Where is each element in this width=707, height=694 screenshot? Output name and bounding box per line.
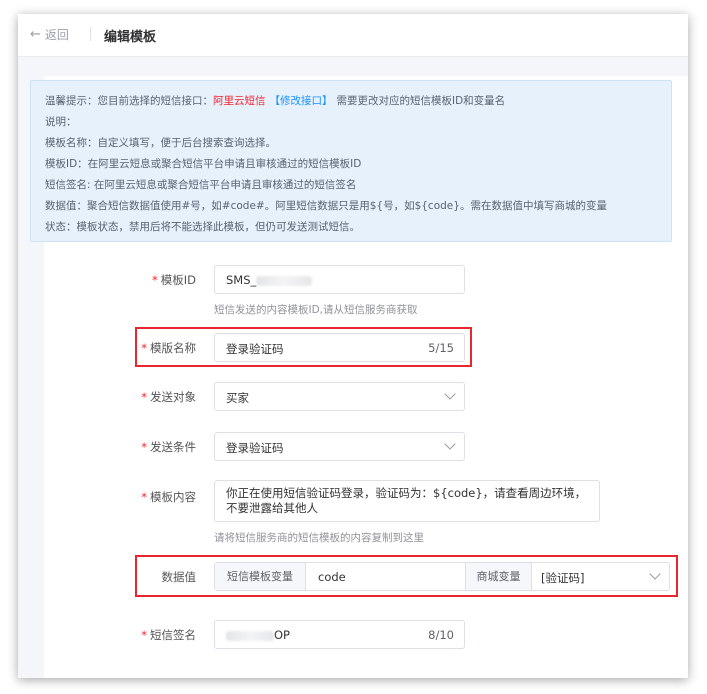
template-content-label: * 模板内容 xyxy=(141,490,196,504)
template-content-textarea[interactable]: 你正在使用短信验证码登录，验证码为：${code}，请查看周边环境，不要泄露给其… xyxy=(214,480,600,522)
template-id-input[interactable]: SMS_ xyxy=(214,265,465,294)
tip-line-interface: 温馨提示：您目前选择的短信接口：阿里云短信 【修改接口】 需要更改对应的短信模板ID… xyxy=(45,95,506,107)
template-id-label: * 模板ID xyxy=(152,273,196,287)
send-condition-select[interactable]: 登录验证码 xyxy=(214,432,465,461)
data-value-group: 短信模板变量 code 商城变量 [验证码] xyxy=(214,562,670,591)
send-condition-label: * 发送条件 xyxy=(141,440,196,454)
back-button[interactable]: ← 返回 xyxy=(30,26,69,43)
template-name-label: * 模版名称 xyxy=(141,341,196,355)
header-divider xyxy=(90,27,91,41)
redacted-mask xyxy=(226,630,274,641)
tip-line-id: 模板ID：在阿里云短息或聚合短信平台申请且审核通过的短信模板ID xyxy=(45,158,362,170)
provider-name: 阿里云短信 xyxy=(213,95,266,107)
sms-var-input[interactable]: code xyxy=(306,563,464,590)
char-count: 5/15 xyxy=(428,341,454,355)
template-content-hint: 请将短信服务商的短信模板的内容复制到这里 xyxy=(214,532,424,544)
tip-line-note: 说明： xyxy=(45,116,77,128)
tip-box: 温馨提示：您目前选择的短信接口：阿里云短信 【修改接口】 需要更改对应的短信模板ID… xyxy=(30,80,672,242)
data-value-label: 数据值 xyxy=(161,570,197,584)
mall-var-select[interactable]: [验证码] xyxy=(531,563,669,590)
chevron-down-icon xyxy=(444,438,456,450)
tip-line-signature: 短信签名: 在阿里云短息或聚合短信平台申请且审核通过的短信签名 xyxy=(45,179,357,191)
back-label: 返回 xyxy=(44,28,69,42)
template-name-input[interactable]: 登录验证码 5/15 xyxy=(214,333,465,362)
tip-line-name: 模板名称：自定义填写，便于后台搜索查询选择。 xyxy=(45,137,276,149)
redacted-mask xyxy=(256,275,313,286)
modify-interface-link[interactable]: 【修改接口】 xyxy=(270,95,333,107)
chevron-down-icon xyxy=(444,388,456,400)
chevron-down-icon xyxy=(649,568,661,580)
send-target-select[interactable]: 买家 xyxy=(214,382,465,411)
tip-line-data: 数据值：聚合短信数据值使用#号，如#code#。阿里短信数据只是用${号，如${… xyxy=(45,200,607,212)
sms-var-addon: 短信模板变量 xyxy=(215,563,306,590)
sms-signature-label: * 短信签名 xyxy=(141,628,196,642)
tip-line-status: 状态：模板状态，禁用后将不能选择此模板，但仍可发送测试短信。 xyxy=(45,221,360,233)
sms-signature-input[interactable]: OP 8/10 xyxy=(214,620,465,649)
arrow-left-icon: ← xyxy=(30,27,41,42)
send-target-label: * 发送对象 xyxy=(141,390,196,404)
char-count: 8/10 xyxy=(428,628,454,642)
template-id-hint: 短信发送的内容模板ID,请从短信服务商获取 xyxy=(214,304,418,316)
page-header: ← 返回 编辑模板 xyxy=(18,14,688,57)
mall-var-addon: 商城变量 xyxy=(465,563,532,590)
page-title: 编辑模板 xyxy=(104,30,157,45)
